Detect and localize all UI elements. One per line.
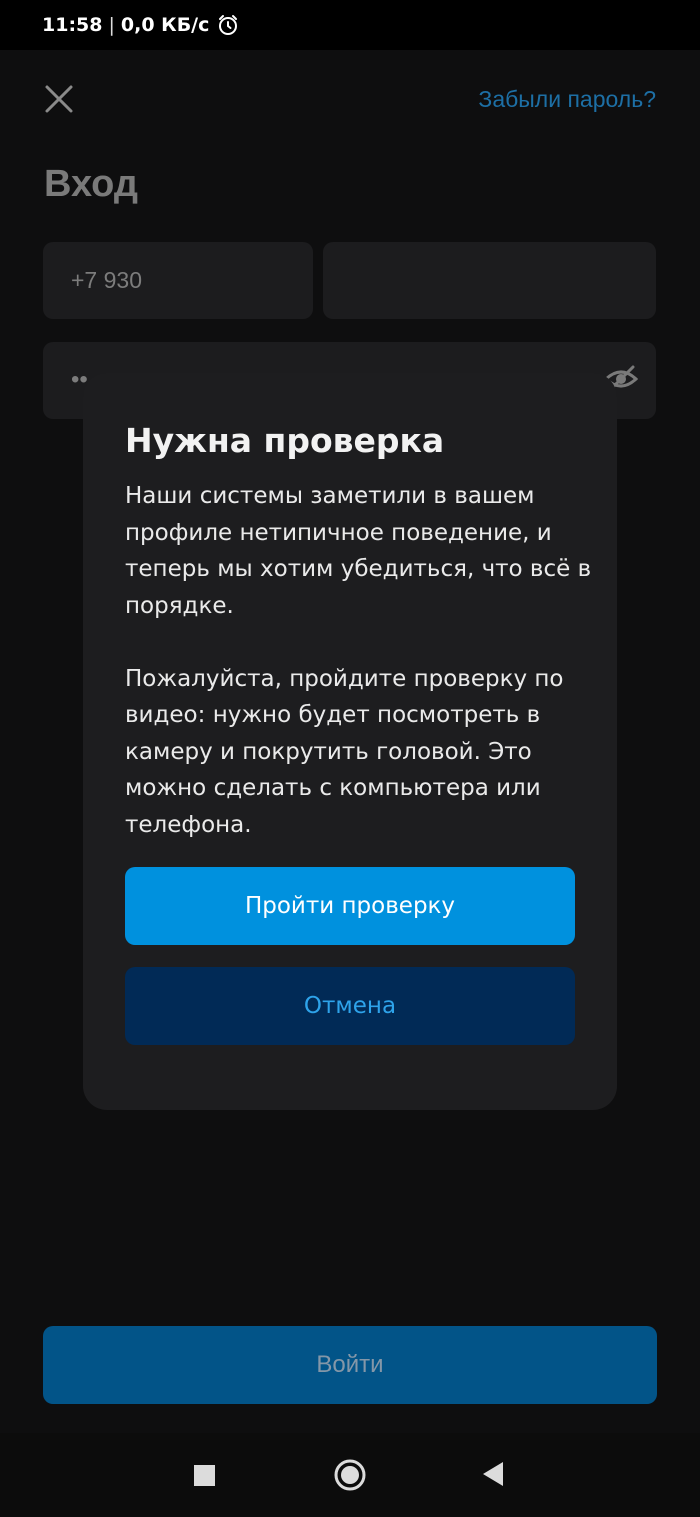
forgot-password-link[interactable]: Забыли пароль? — [478, 86, 656, 113]
phone-second-field[interactable] — [323, 242, 656, 319]
navigation-bar — [0, 1433, 700, 1517]
close-icon[interactable] — [44, 84, 74, 114]
dialog-paragraph-2: Пожалуйста, пройдите проверку по видео: … — [125, 665, 564, 838]
verification-dialog: Нужна проверка Наши системы заметили в в… — [83, 373, 617, 1110]
status-time: 11:58 — [42, 14, 103, 36]
page-title: Вход — [44, 163, 138, 205]
phone-value: +7 930 — [71, 267, 142, 293]
alarm-icon — [217, 14, 239, 36]
dialog-title: Нужна проверка — [125, 421, 445, 460]
cancel-button[interactable]: Отмена — [125, 967, 575, 1045]
status-bar: 11:58 | 0,0 КБ/с — [0, 0, 700, 50]
login-button[interactable]: Войти — [43, 1326, 657, 1404]
status-network-speed: 0,0 КБ/с — [120, 14, 210, 36]
phone-input[interactable]: +7 930 — [43, 242, 313, 319]
back-icon[interactable] — [482, 1461, 504, 1487]
dialog-message: Наши системы заметили в вашем профиле не… — [125, 478, 595, 843]
status-separator: | — [108, 14, 115, 36]
start-verification-button[interactable]: Пройти проверку — [125, 867, 575, 945]
dialog-paragraph-1: Наши системы заметили в вашем профиле не… — [125, 483, 592, 619]
recent-apps-icon[interactable] — [194, 1465, 215, 1486]
home-icon[interactable] — [334, 1459, 366, 1491]
